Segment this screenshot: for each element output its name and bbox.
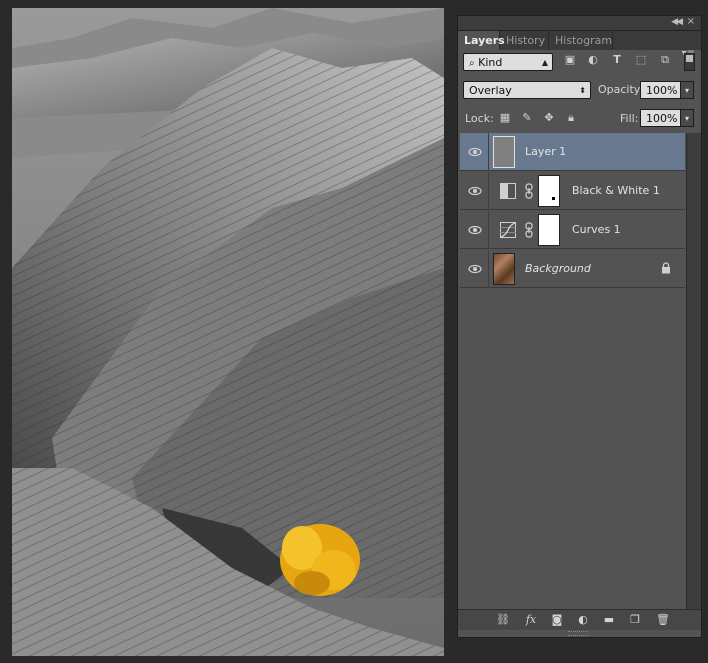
kind-filter-label: Kind (478, 56, 503, 69)
blend-mode-value: Overlay (469, 84, 512, 97)
fill-label: Fill: (620, 112, 639, 125)
link-layers-icon[interactable]: ⛓︎ (494, 612, 512, 627)
badlands-photo (12, 8, 444, 656)
layer-row-curves-1[interactable]: Curves 1 (460, 211, 685, 249)
eye-icon[interactable] (468, 184, 482, 198)
layer-name[interactable]: Curves 1 (572, 223, 621, 236)
fill-input[interactable]: 100% (640, 109, 681, 127)
new-group-icon[interactable]: ▬ (600, 612, 618, 627)
eye-icon[interactable] (468, 145, 482, 159)
lock-row: Lock: ▦ ✎ ✥ 🔒︎ Fill: 100% ▾ (458, 109, 701, 129)
tab-histogram[interactable]: Histogram (549, 31, 613, 50)
layer-name[interactable]: Background (525, 262, 591, 275)
shape-filter-icon[interactable]: ⬚ (634, 53, 648, 67)
document-canvas[interactable] (12, 8, 444, 656)
lock-image-icon[interactable]: ✎ (520, 111, 534, 125)
layer-row-background[interactable]: Background (460, 250, 685, 288)
pixel-filter-icon[interactable]: ▣ (563, 53, 577, 67)
lock-position-icon[interactable]: ✥ (542, 111, 556, 125)
chain-link-icon[interactable] (524, 183, 534, 199)
layer-row-black-white-1[interactable]: Black & White 1 (460, 172, 685, 210)
kind-filter-dropdown[interactable]: ⌕ Kind ▲ (463, 53, 553, 71)
curves-adjustment-icon[interactable] (500, 222, 516, 238)
updown-icon: ⬍ (579, 86, 586, 95)
layers-bottom-toolbar: ⛓︎ fx ◙ ◐ ▬ ❐ 🗑︎ (458, 609, 701, 630)
divider (488, 172, 489, 210)
opacity-input[interactable]: 100% (640, 81, 681, 99)
search-icon: ⌕ (469, 58, 475, 69)
new-layer-icon[interactable]: ❐ (626, 612, 644, 627)
adjustment-filter-icon[interactable]: ◐ (586, 53, 600, 67)
tab-layers[interactable]: Layers (458, 31, 505, 50)
panel-tabs: Layers History Histogram ▾≡ (458, 31, 701, 59)
layer-name[interactable]: Layer 1 (525, 145, 566, 158)
lock-icon[interactable] (661, 262, 671, 274)
lock-all-icon[interactable]: 🔒︎ (564, 111, 578, 125)
layers-panel: ◀◀ × Layers History Histogram ▾≡ ⌕ Kind … (457, 15, 702, 638)
fx-icon[interactable]: fx (522, 612, 540, 627)
add-mask-icon[interactable]: ◙ (548, 612, 566, 627)
background-thumbnail[interactable] (493, 253, 515, 285)
layer-thumbnail[interactable] (493, 136, 515, 168)
layer-name[interactable]: Black & White 1 (572, 184, 660, 197)
tab-history[interactable]: History (500, 31, 549, 50)
filter-row: ⌕ Kind ▲ ▣ ◐ T ⬚ ⧉ (458, 53, 701, 73)
filter-toggle[interactable] (684, 53, 695, 71)
lock-label: Lock: (465, 112, 494, 125)
chain-link-icon[interactable] (524, 222, 534, 238)
layer-mask-thumbnail[interactable] (538, 175, 560, 207)
layer-mask-thumbnail[interactable] (538, 214, 560, 246)
opacity-dropdown-icon[interactable]: ▾ (680, 81, 694, 99)
black-white-adjustment-icon[interactable] (500, 183, 516, 199)
panel-titlebar[interactable]: ◀◀ × (458, 16, 701, 31)
divider (488, 133, 489, 171)
divider (488, 211, 489, 249)
layer-row-layer-1[interactable]: Layer 1 (460, 133, 685, 171)
smart-object-filter-icon[interactable]: ⧉ (658, 53, 672, 67)
lock-transparent-icon[interactable]: ▦ (498, 111, 512, 125)
eye-icon[interactable] (468, 262, 482, 276)
layers-list: Layer 1 Black & White 1 Curves 1 Backgro… (460, 133, 685, 609)
close-icon[interactable]: × (687, 16, 695, 27)
panel-resize-grip[interactable] (568, 631, 588, 636)
updown-icon: ▲ (541, 58, 548, 67)
opacity-label: Opacity: (598, 83, 644, 96)
yellow-tree (280, 524, 360, 596)
collapse-panel-icon[interactable]: ◀◀ (671, 17, 683, 27)
divider (488, 250, 489, 288)
blend-mode-dropdown[interactable]: Overlay ⬍ (463, 81, 591, 99)
eye-icon[interactable] (468, 223, 482, 237)
blend-row: Overlay ⬍ Opacity: 100% ▾ (458, 81, 701, 101)
type-filter-icon[interactable]: T (610, 53, 624, 67)
layers-scrollbar[interactable] (686, 133, 701, 609)
delete-layer-icon[interactable]: 🗑︎ (654, 612, 672, 627)
new-adjustment-icon[interactable]: ◐ (574, 612, 592, 627)
fill-dropdown-icon[interactable]: ▾ (680, 109, 694, 127)
